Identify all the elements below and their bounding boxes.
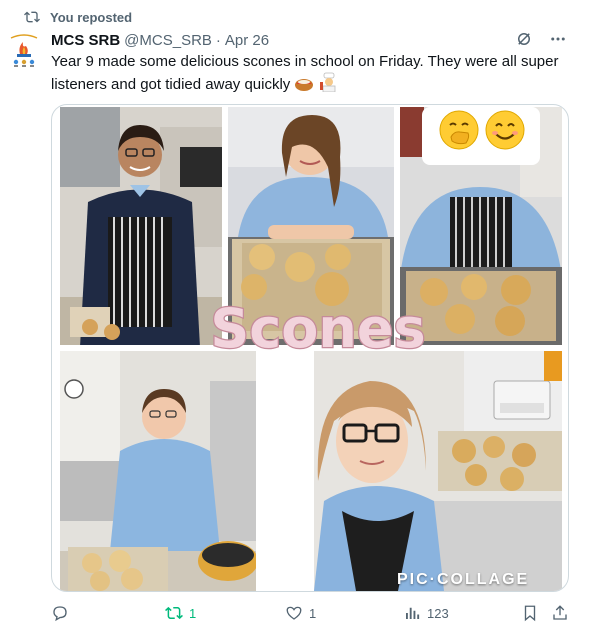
school-logo-icon xyxy=(10,34,38,67)
bookmark-icon xyxy=(524,605,536,622)
heart-icon xyxy=(286,606,302,620)
bookmark-button[interactable] xyxy=(521,604,539,622)
pic-collage-watermark: PIC·COLLAGE xyxy=(397,571,530,588)
repost-button[interactable]: 1 xyxy=(165,604,196,622)
tweet-header: MCS SRB @MCS_SRB · Apr 26 xyxy=(51,30,581,50)
action-bar: 1 1 123 xyxy=(51,604,573,626)
reply-icon xyxy=(53,606,67,622)
like-button[interactable]: 1 xyxy=(285,604,316,622)
author-handle[interactable]: @MCS_SRB xyxy=(124,32,212,49)
repost-count: 1 xyxy=(189,605,197,621)
repost-context: You reposted xyxy=(24,8,132,26)
photo-boy-kneading[interactable] xyxy=(60,351,256,591)
repost-icon xyxy=(165,606,183,620)
views-button[interactable]: 123 xyxy=(403,604,449,622)
separator-dot: · xyxy=(215,31,221,49)
photo-girl-glasses[interactable] xyxy=(314,351,562,591)
post-date[interactable]: Apr 26 xyxy=(225,32,269,49)
tweet-text-line1: Year 9 made some delicious scones in sch… xyxy=(51,53,559,70)
scones-title-text: Scones xyxy=(210,297,425,360)
scone-emoji xyxy=(295,79,314,91)
media-collage[interactable]: Scones PIC·COLLAGE xyxy=(51,104,569,592)
repost-label: You reposted xyxy=(50,9,133,25)
share-icon xyxy=(553,605,567,620)
hand-over-mouth-emoji xyxy=(439,110,479,150)
smiling-face-emoji xyxy=(485,110,525,150)
views-count: 123 xyxy=(427,605,449,621)
repost-icon xyxy=(24,11,40,23)
scones-overlay-title: Scones xyxy=(209,296,427,362)
grok-icon[interactable] xyxy=(515,30,533,48)
avatar[interactable] xyxy=(8,32,40,68)
views-icon xyxy=(406,607,420,619)
like-count: 1 xyxy=(309,605,317,621)
more-icon[interactable] xyxy=(549,30,567,48)
cook-emoji xyxy=(319,72,336,92)
tweet-text-line2: listeners and got tidied away quickly xyxy=(51,76,291,93)
author-name[interactable]: MCS SRB xyxy=(51,32,120,49)
reply-button[interactable] xyxy=(51,604,75,622)
tweet-text: Year 9 made some delicious scones in sch… xyxy=(51,52,573,95)
share-button[interactable] xyxy=(551,604,569,622)
